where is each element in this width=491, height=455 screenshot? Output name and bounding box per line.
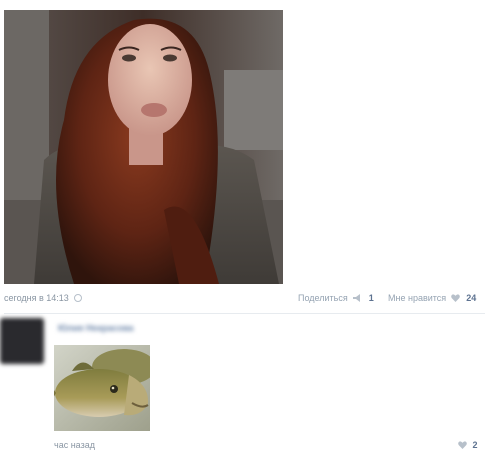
- like-button[interactable]: Мне нравится 24: [388, 291, 476, 305]
- share-button[interactable]: Поделиться 1: [298, 291, 374, 305]
- post-date-text: сегодня в 14:13: [4, 293, 69, 303]
- megaphone-icon: [353, 294, 361, 302]
- heart-icon: [458, 441, 467, 449]
- post-photo-image: [4, 10, 283, 284]
- divider: [4, 313, 485, 314]
- share-count: 1: [368, 293, 374, 303]
- heart-icon: [450, 294, 460, 302]
- comment-like-count: 2: [472, 440, 478, 450]
- comment-author[interactable]: Юлия Некрасова: [58, 322, 134, 334]
- post-date[interactable]: сегодня в 14:13: [4, 291, 83, 305]
- share-label: Поделиться: [298, 293, 348, 303]
- comment-time[interactable]: час назад: [54, 438, 95, 452]
- like-label: Мне нравится: [388, 293, 447, 303]
- comment-like-button[interactable]: 2: [458, 438, 478, 452]
- clock-icon: [74, 294, 83, 302]
- post-photo[interactable]: [4, 10, 283, 284]
- like-count: 24: [466, 293, 477, 303]
- comment-avatar[interactable]: [0, 318, 44, 364]
- comment-photo[interactable]: [54, 345, 150, 431]
- post-meta: сегодня в 14:13 Поделиться 1 Мне нравитс…: [4, 291, 485, 305]
- fish-photo-image: [54, 345, 150, 431]
